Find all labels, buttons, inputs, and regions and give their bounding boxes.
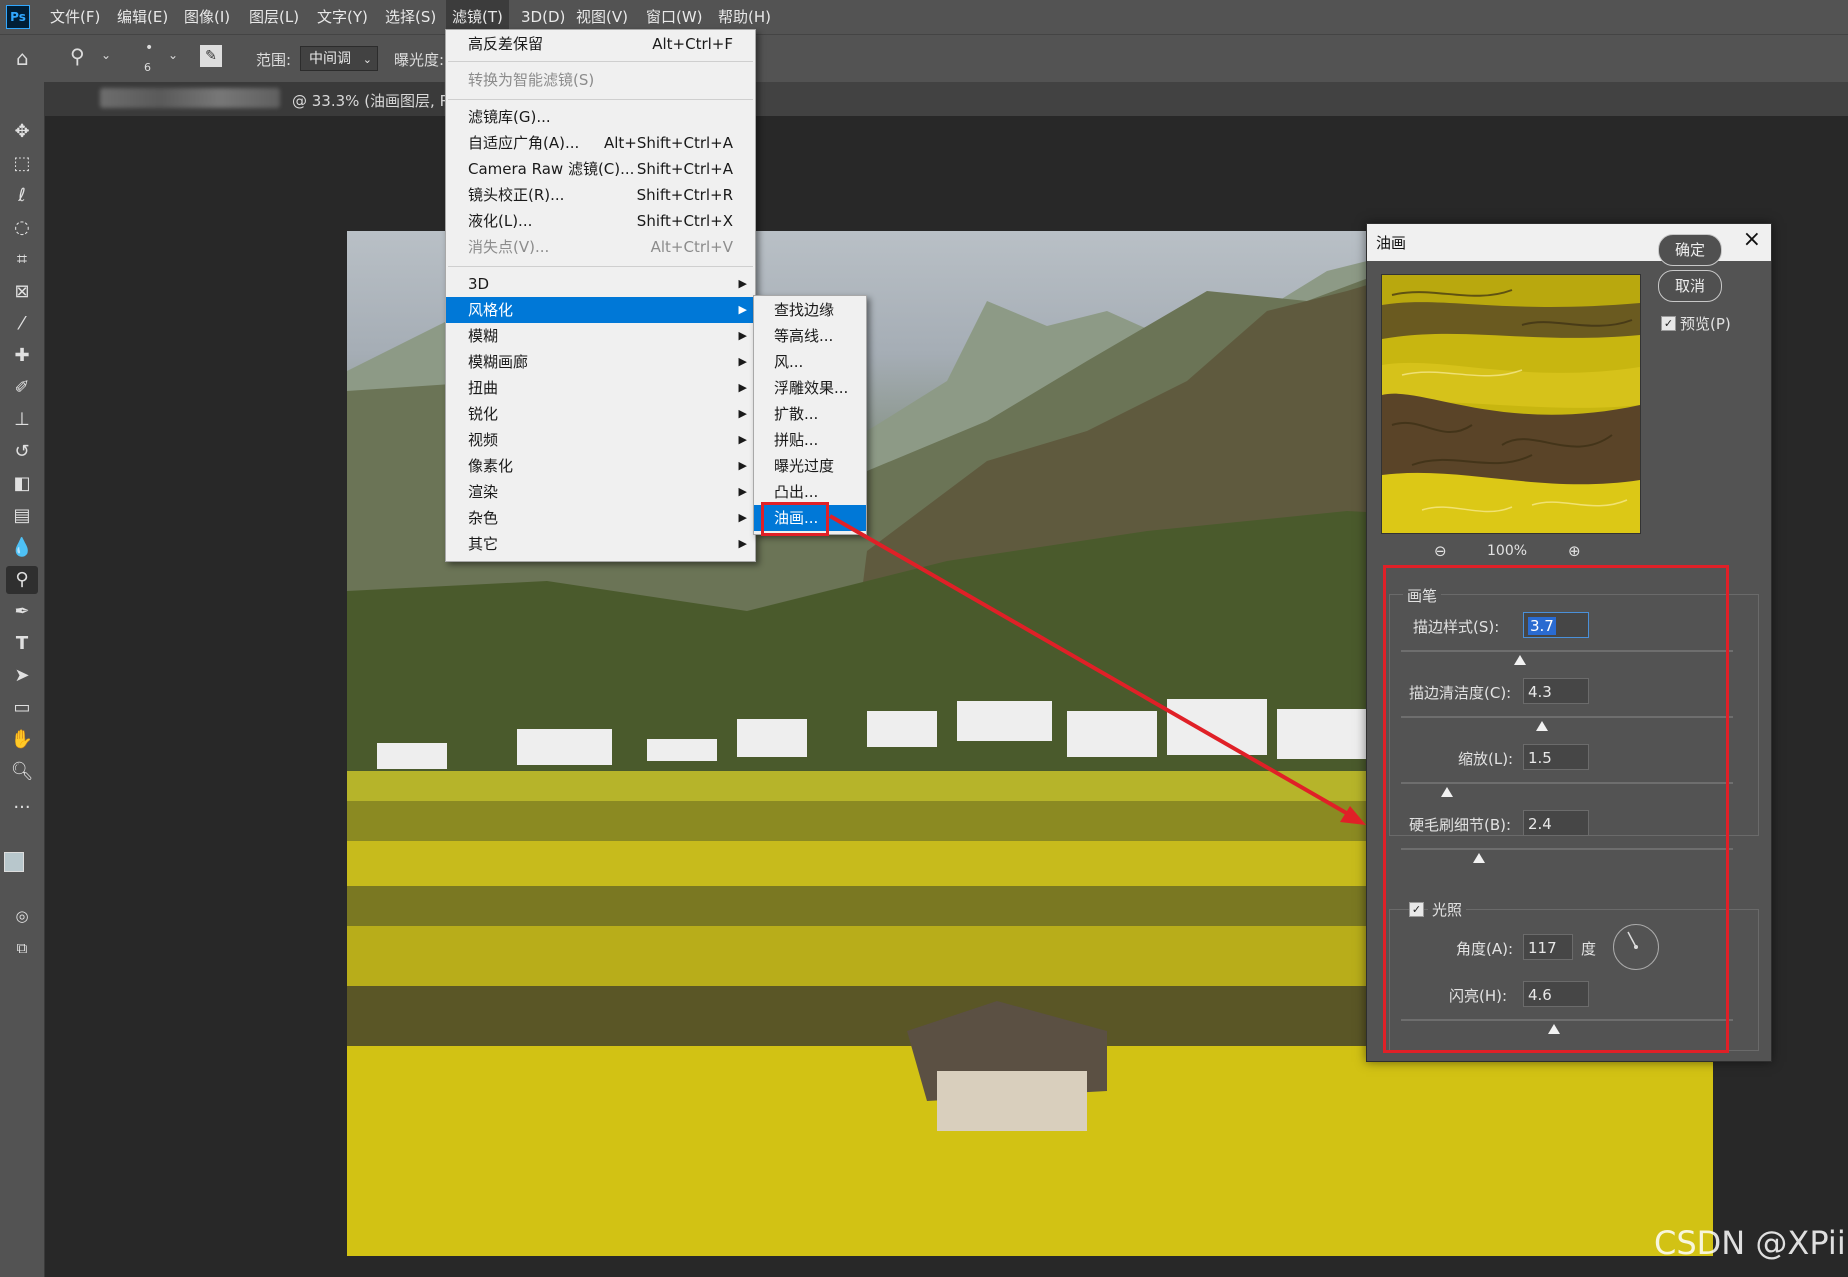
annotation-arrow-icon bbox=[829, 514, 1366, 825]
watermark: CSDN @XPii bbox=[1654, 1224, 1846, 1262]
